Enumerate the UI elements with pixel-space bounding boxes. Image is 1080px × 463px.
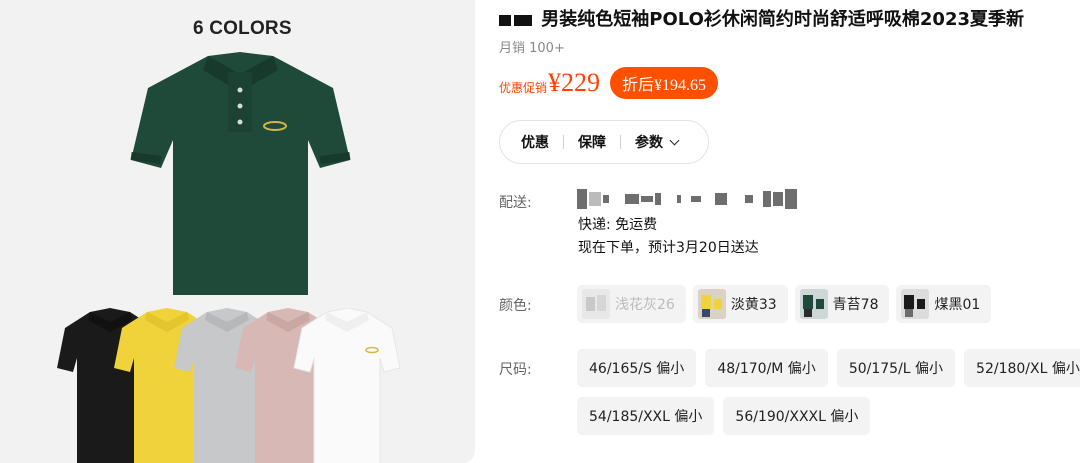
shirt-white-image xyxy=(292,308,402,463)
size-options-row-1: 46/165/S 偏小 48/170/M 偏小 50/175/L 偏小 52/1… xyxy=(577,349,1080,387)
color-thumb xyxy=(799,289,828,319)
color-option-label: 青苔78 xyxy=(832,297,879,313)
color-option-label: 淡黄33 xyxy=(730,297,777,313)
title-redaction xyxy=(499,14,511,26)
pill-discount[interactable]: 优惠 xyxy=(521,132,549,152)
color-thumb xyxy=(901,289,930,319)
main-shirt-image xyxy=(128,50,353,300)
size-option[interactable]: 48/170/M 偏小 xyxy=(705,349,828,387)
pill-guarantee[interactable]: 保障 xyxy=(578,132,606,152)
color-thumb xyxy=(697,289,726,319)
colors-count-label: 6 COLORS xyxy=(193,18,292,39)
product-info-panel: 男装纯色短袖POLO衫休闲简约时尚舒适呼吸棉2023夏季新 月销 100+ 优惠… xyxy=(499,0,1080,463)
pill-divider xyxy=(620,135,621,149)
size-option[interactable]: 54/185/XXL 偏小 xyxy=(577,397,715,435)
product-title: 男装纯色短袖POLO衫休闲简约时尚舒适呼吸棉2023夏季新 xyxy=(541,9,1025,30)
product-title-row: 男装纯色短袖POLO衫休闲简约时尚舒适呼吸棉2023夏季新 xyxy=(499,5,1024,31)
shipping-label: 配送: xyxy=(499,195,532,211)
shipping-eta: 现在下单，预计3月20日送达 xyxy=(578,240,759,256)
product-gallery[interactable]: 6 COLORS xyxy=(0,0,475,463)
shipping-address-redacted[interactable] xyxy=(577,187,797,211)
size-option[interactable]: 50/175/L 偏小 xyxy=(836,349,956,387)
size-label: 尺码: xyxy=(499,362,532,378)
pill-params-label: 参数 xyxy=(635,135,663,151)
size-option[interactable]: 56/190/XXXL 偏小 xyxy=(723,397,871,435)
size-option[interactable]: 46/165/S 偏小 xyxy=(577,349,697,387)
color-option-moss-green[interactable]: 青苔78 xyxy=(794,285,890,323)
monthly-sales: 月销 100+ xyxy=(499,41,565,56)
color-option-coal-black[interactable]: 煤黑01 xyxy=(896,285,992,323)
after-discount-badge: 折后¥194.65 xyxy=(610,67,719,99)
pill-divider xyxy=(563,135,564,149)
color-thumb xyxy=(582,289,610,319)
pill-params[interactable]: 参数 xyxy=(635,132,680,152)
color-option-label: 浅花灰26 xyxy=(615,297,675,313)
price: ¥229 xyxy=(548,68,601,97)
price-row: 优惠促销 ¥229 折后¥194.65 xyxy=(499,66,719,100)
promo-label: 优惠促销 xyxy=(499,80,548,95)
title-redaction xyxy=(514,14,532,26)
chevron-down-icon xyxy=(669,135,680,145)
color-option-light-yellow[interactable]: 淡黄33 xyxy=(692,285,788,323)
shipping-express: 快递: 免运费 xyxy=(578,217,658,233)
size-option[interactable]: 52/180/XL 偏小 xyxy=(964,349,1080,387)
size-options-row-2: 54/185/XXL 偏小 56/190/XXXL 偏小 xyxy=(577,397,1080,435)
color-option-label: 煤黑01 xyxy=(934,297,981,313)
info-pills: 优惠 保障 参数 xyxy=(499,120,709,164)
color-label: 颜色: xyxy=(499,298,532,314)
color-options: 浅花灰26 淡黄33 青苔78 煤黑01 xyxy=(577,285,992,323)
color-option-light-gray[interactable]: 浅花灰26 xyxy=(577,285,686,323)
